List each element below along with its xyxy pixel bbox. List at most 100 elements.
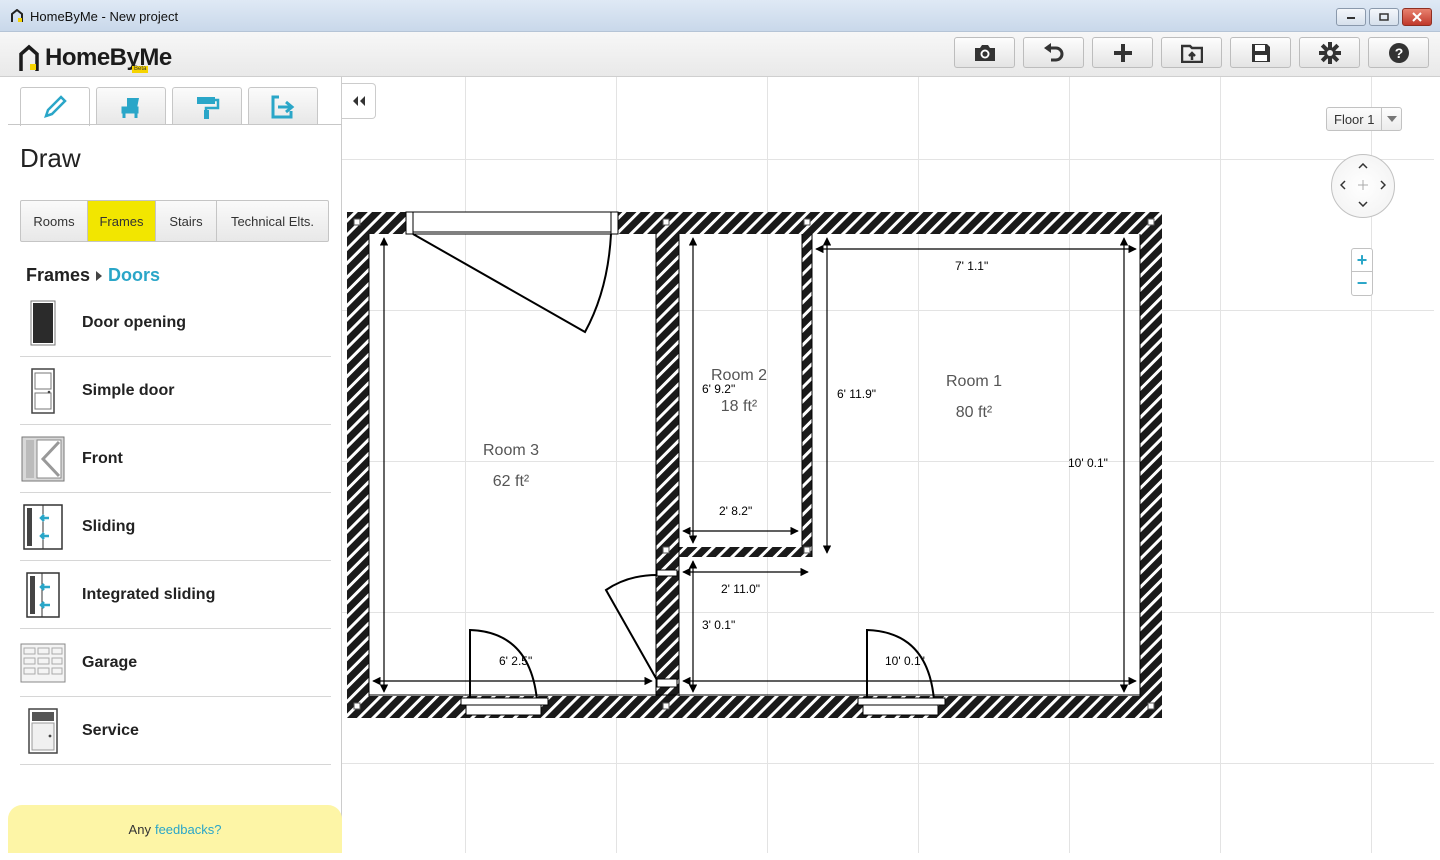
panel-title: Draw	[20, 143, 81, 173]
door-item-label: Door opening	[82, 313, 186, 331]
open-project-icon	[1180, 44, 1203, 63]
pan-up-icon[interactable]	[1356, 159, 1370, 173]
pan-down-icon[interactable]	[1356, 197, 1370, 211]
room2-area: 18 ft²	[721, 398, 758, 415]
breadcrumb-parent[interactable]: Frames	[26, 265, 90, 286]
garage-door-icon	[20, 638, 66, 688]
zoom-out-button[interactable]: −	[1352, 272, 1372, 295]
breadcrumb-arrow-icon	[96, 270, 103, 281]
chevron-down-icon	[1381, 108, 1401, 130]
floor-select[interactable]: Floor 1	[1326, 107, 1402, 131]
service-door-icon	[20, 706, 66, 756]
new-button[interactable]	[1092, 37, 1153, 68]
tab-export[interactable]	[248, 87, 318, 125]
feedback-prefix: Any	[128, 821, 151, 837]
paint-roller-icon	[197, 96, 220, 119]
door-bottom-room1[interactable]	[857, 628, 946, 716]
dim-corridor-width: 2' 11.0"	[721, 582, 760, 596]
room1-area: 80 ft²	[956, 404, 993, 421]
collapse-panel-button[interactable]	[342, 83, 376, 119]
door-bottom-room3[interactable]	[460, 628, 549, 716]
door-item-label: Service	[82, 721, 139, 739]
door-opening-icon	[20, 298, 66, 348]
door-item-label: Sliding	[82, 517, 136, 535]
breadcrumb: Frames Doors	[26, 265, 160, 286]
center-icon[interactable]	[1356, 178, 1370, 192]
homebyme-logo[interactable]: HomeByMe Beta	[18, 36, 172, 73]
door-item-label: Integrated sliding	[82, 585, 216, 603]
close-icon	[1412, 12, 1422, 22]
app-icon	[11, 9, 23, 22]
room3-name: Room 3	[483, 442, 539, 459]
subtab-stairs[interactable]: Stairs	[156, 201, 217, 241]
subtab-rooms[interactable]: Rooms	[21, 201, 88, 241]
door-item-garage[interactable]: Garage	[20, 629, 331, 697]
screenshot-button[interactable]	[954, 37, 1015, 68]
save-button[interactable]	[1230, 37, 1291, 68]
door-item-simple[interactable]: Simple door	[20, 357, 331, 425]
dim-room1-width-bottom: 10' 0.1"	[885, 654, 925, 668]
settings-button[interactable]	[1299, 37, 1360, 68]
door-item-label: Simple door	[82, 381, 175, 399]
save-icon	[1251, 43, 1270, 62]
feedback-link[interactable]: feedbacks?	[155, 822, 222, 837]
door-item-label: Garage	[82, 653, 138, 671]
maximize-button[interactable]	[1369, 8, 1399, 26]
floor-select-value: Floor 1	[1334, 111, 1375, 127]
navigation-pad[interactable]	[1331, 154, 1395, 218]
tab-draw[interactable]	[20, 87, 90, 126]
door-item-opening[interactable]: Door opening	[20, 289, 331, 357]
dim-corridor-height: 3' 0.1"	[702, 618, 735, 632]
double-chevron-left-icon	[352, 96, 365, 106]
dim-room1-height-left: 6' 11.9"	[837, 387, 876, 401]
help-icon: ?	[1388, 42, 1409, 63]
tab-decorate[interactable]	[172, 87, 242, 125]
pencil-icon	[44, 95, 67, 118]
dim-room1-width-top: 7' 1.1"	[955, 259, 988, 273]
breadcrumb-current: Doors	[108, 265, 161, 285]
window-controls	[1336, 8, 1432, 26]
pan-left-icon[interactable]	[1336, 178, 1350, 192]
dim-room3-width: 6' 2.5"	[499, 654, 532, 668]
logo-text: HomeByMe	[45, 44, 172, 71]
door-swing-top[interactable]	[412, 233, 612, 334]
floorplan[interactable]: Room 3 62 ft² Room 2 18 ft² Room 1 80 ft…	[342, 77, 1434, 853]
front-door-icon	[20, 434, 66, 484]
chair-icon	[121, 97, 139, 118]
door-item-integrated-sliding[interactable]: Integrated sliding	[20, 561, 331, 629]
door-item-sliding[interactable]: Sliding	[20, 493, 331, 561]
window-top[interactable]	[405, 211, 619, 235]
undo-button[interactable]	[1023, 37, 1084, 68]
dim-room1-height-right: 10' 0.1"	[1068, 456, 1108, 470]
help-button[interactable]: ?	[1368, 37, 1429, 68]
room1-name: Room 1	[946, 373, 1002, 390]
open-project-button[interactable]	[1161, 37, 1222, 68]
gear-icon	[1318, 41, 1341, 64]
wall-handles[interactable]	[353, 218, 1155, 710]
house-logo-icon	[19, 44, 39, 71]
zoom-in-button[interactable]: +	[1352, 249, 1372, 272]
subtab-technical[interactable]: Technical Elts.	[217, 201, 328, 241]
window-title: HomeByMe - New project	[30, 9, 179, 24]
subtab-frames[interactable]: Frames	[88, 201, 156, 241]
camera-icon	[974, 44, 995, 61]
sliding-door-icon	[20, 502, 66, 552]
pan-right-icon[interactable]	[1376, 178, 1390, 192]
integrated-sliding-door-icon	[20, 570, 66, 620]
door-item-front[interactable]: Front	[20, 425, 331, 493]
simple-door-icon	[20, 366, 66, 416]
svg-text:?: ?	[1394, 45, 1403, 61]
zoom-control: + −	[1351, 248, 1373, 296]
tab-furnish[interactable]	[96, 87, 166, 125]
floorplan-canvas[interactable]: Room 3 62 ft² Room 2 18 ft² Room 1 80 ft…	[342, 77, 1434, 853]
close-button[interactable]	[1402, 8, 1432, 26]
undo-icon	[1043, 42, 1063, 61]
tabs-divider	[8, 124, 342, 125]
room3-area: 62 ft²	[493, 473, 530, 490]
door-item-service[interactable]: Service	[20, 697, 331, 765]
mode-tabs	[20, 87, 318, 126]
room-labels: Room 3 62 ft² Room 2 18 ft² Room 1 80 ft…	[483, 367, 1002, 490]
door-list: Door opening Simple door Front Sliding I…	[20, 289, 331, 765]
dim-room2-height: 6' 9.2"	[702, 382, 735, 396]
minimize-button[interactable]	[1336, 8, 1366, 26]
